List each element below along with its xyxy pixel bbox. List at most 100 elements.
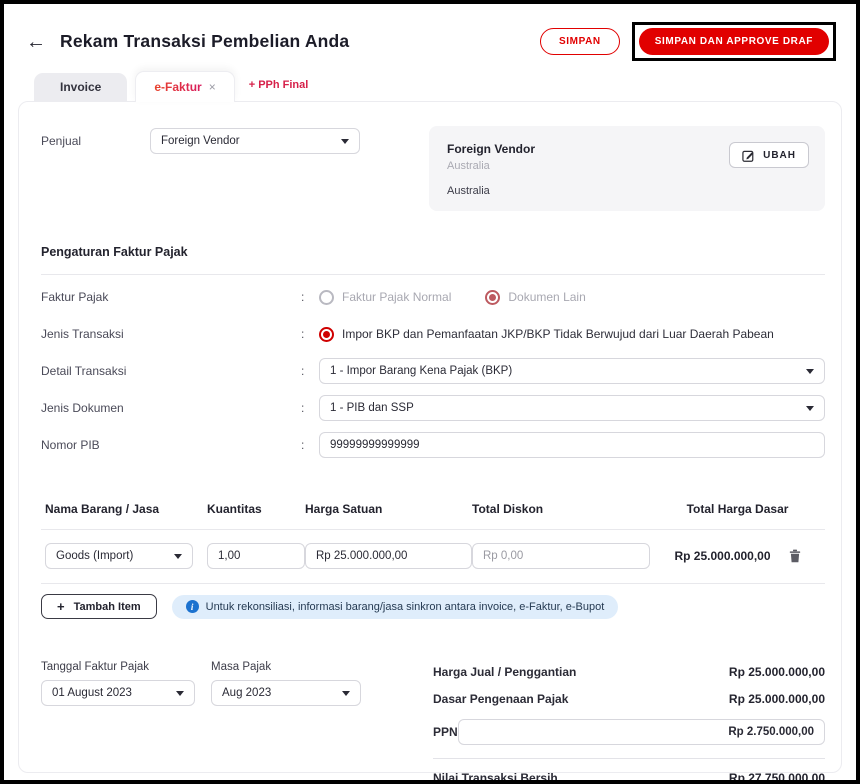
masa-pajak-group: Masa Pajak Aug 2023 xyxy=(211,661,361,780)
detail-transaksi-value: 1 - Impor Barang Kena Pajak (BKP) xyxy=(330,365,513,377)
masa-pajak-value: Aug 2023 xyxy=(222,687,272,699)
penjual-row: Penjual Foreign Vendor Foreign Vendor Au… xyxy=(41,126,825,211)
vendor-card: Foreign Vendor Australia Australia UBAH xyxy=(429,126,825,211)
tab-invoice[interactable]: Invoice xyxy=(34,73,128,101)
col-total-diskon: Total Diskon xyxy=(472,502,544,516)
item-total-diskon-input[interactable] xyxy=(472,543,650,569)
back-arrow-icon[interactable]: ← xyxy=(26,32,46,52)
totals-summary: Harga Jual / Penggantian Rp 25.000.000,0… xyxy=(433,661,825,784)
section-title-pengaturan-faktur: Pengaturan Faktur Pajak xyxy=(41,245,825,275)
close-icon[interactable]: × xyxy=(209,80,216,94)
colon: : xyxy=(301,327,305,341)
page-title: Rekam Transaksi Pembelian Anda xyxy=(60,31,350,51)
tab-add-pph-final[interactable]: + PPh Final xyxy=(235,72,323,101)
tambah-item-button[interactable]: + Tambah Item xyxy=(41,594,157,619)
item-nama-value: Goods (Import) xyxy=(56,550,134,562)
item-total-harga-dasar: Rp 25.000.000,00 xyxy=(674,549,771,563)
page-header: ← Rekam Transaksi Pembelian Anda SIMPAN … xyxy=(4,4,856,71)
dpp-label: Dasar Pengenaan Pajak xyxy=(433,692,569,706)
item-harga-satuan-input[interactable] xyxy=(305,543,472,569)
col-nama-barang: Nama Barang / Jasa xyxy=(45,502,160,516)
chevron-down-icon xyxy=(341,138,349,144)
tanggal-faktur-select[interactable]: 01 August 2023 xyxy=(41,680,195,706)
info-banner-text: Untuk rekonsiliasi, informasi barang/jas… xyxy=(205,600,605,613)
detail-transaksi-row: Detail Transaksi : 1 - Impor Barang Kena… xyxy=(41,358,825,384)
col-total-harga-dasar: Total Harga Dasar xyxy=(686,502,789,516)
radio-label-impor-bkp: Impor BKP dan Pemanfaatan JKP/BKP Tidak … xyxy=(342,327,774,341)
radio-selected-icon xyxy=(319,326,334,342)
tab-bar: Invoice e-Faktur × + PPh Final xyxy=(4,71,856,102)
trash-icon[interactable] xyxy=(789,549,801,563)
chevron-down-icon xyxy=(176,690,184,696)
ubah-button[interactable]: UBAH xyxy=(729,142,809,168)
add-item-row: + Tambah Item i Untuk rekonsiliasi, info… xyxy=(41,594,825,619)
info-icon: i xyxy=(185,600,199,613)
edit-icon xyxy=(742,149,755,162)
radio-unselected-icon xyxy=(319,289,334,305)
harga-jual-value: Rp 25.000.000,00 xyxy=(728,665,825,679)
efaktur-form-card: Penjual Foreign Vendor Foreign Vendor Au… xyxy=(18,101,842,780)
penjual-select[interactable]: Foreign Vendor xyxy=(150,128,360,154)
header-actions: SIMPAN SIMPAN DAN APPROVE DRAF xyxy=(539,22,836,61)
tab-efaktur[interactable]: e-Faktur × xyxy=(135,71,235,102)
tanggal-faktur-group: Tanggal Faktur Pajak 01 August 2023 xyxy=(41,661,195,780)
tanggal-faktur-value: 01 August 2023 xyxy=(52,687,132,699)
chevron-down-icon xyxy=(174,553,182,559)
item-kuantitas-input[interactable] xyxy=(207,543,305,569)
tab-efaktur-label: e-Faktur xyxy=(154,80,202,94)
penjual-select-value: Foreign Vendor xyxy=(161,135,240,147)
tanggal-faktur-label: Tanggal Faktur Pajak xyxy=(41,661,150,673)
reconciliation-info-banner: i Untuk rekonsiliasi, informasi barang/j… xyxy=(171,594,619,619)
penjual-label: Penjual xyxy=(41,134,82,148)
dpp-row: Dasar Pengenaan Pajak Rp 25.000.000,00 xyxy=(433,692,825,706)
highlight-annotation: SIMPAN DAN APPROVE DRAF xyxy=(631,22,836,61)
radio-impor-bkp[interactable]: Impor BKP dan Pemanfaatan JKP/BKP Tidak … xyxy=(319,326,774,342)
masa-pajak-label: Masa Pajak xyxy=(211,661,272,673)
footer-section: Tanggal Faktur Pajak 01 August 2023 Masa… xyxy=(41,661,825,784)
faktur-pajak-row: Faktur Pajak : Faktur Pajak Normal Dokum… xyxy=(41,284,825,310)
colon: : xyxy=(301,401,305,415)
masa-pajak-select[interactable]: Aug 2023 xyxy=(211,680,361,706)
items-table-header: Nama Barang / Jasa Kuantitas Harga Satua… xyxy=(41,502,825,530)
tambah-item-label: Tambah Item xyxy=(73,600,141,613)
chevron-down-icon xyxy=(806,368,814,374)
harga-jual-label: Harga Jual / Penggantian xyxy=(433,665,577,679)
vendor-name: Foreign Vendor xyxy=(447,142,536,156)
ppn-input[interactable] xyxy=(457,719,825,745)
simpan-button[interactable]: SIMPAN xyxy=(539,28,620,55)
jenis-dokumen-row: Jenis Dokumen : 1 - PIB dan SSP xyxy=(41,395,825,421)
detail-transaksi-select[interactable]: 1 - Impor Barang Kena Pajak (BKP) xyxy=(319,358,825,384)
items-table: Nama Barang / Jasa Kuantitas Harga Satua… xyxy=(41,502,825,619)
radio-label-dokumen-lain: Dokumen Lain xyxy=(508,290,586,304)
totals-divider xyxy=(433,758,825,759)
ppn-row: PPN xyxy=(433,719,825,745)
table-row: Goods (Import) Rp 25.000.000,00 xyxy=(41,530,825,584)
radio-dokumen-lain[interactable]: Dokumen Lain xyxy=(485,289,586,305)
nilai-bersih-row: Nilai Transaksi Bersih Rp 27.750.000,00 xyxy=(433,771,825,784)
nomor-pib-row: Nomor PIB : xyxy=(41,432,825,458)
chevron-down-icon xyxy=(806,405,814,411)
col-kuantitas: Kuantitas xyxy=(207,502,262,516)
jenis-dokumen-label: Jenis Dokumen xyxy=(41,401,124,415)
ubah-button-label: UBAH xyxy=(763,149,796,161)
chevron-down-icon xyxy=(342,690,350,696)
simpan-approve-draf-button[interactable]: SIMPAN DAN APPROVE DRAF xyxy=(638,28,829,55)
jenis-dokumen-value: 1 - PIB dan SSP xyxy=(330,402,414,414)
jenis-transaksi-label: Jenis Transaksi xyxy=(41,327,124,341)
ppn-label: PPN xyxy=(433,725,458,739)
plus-icon: + xyxy=(57,599,65,614)
colon: : xyxy=(301,364,305,378)
radio-selected-muted-icon xyxy=(485,289,501,305)
vendor-country: Australia xyxy=(447,185,490,197)
footer-dates: Tanggal Faktur Pajak 01 August 2023 Masa… xyxy=(41,661,361,780)
vendor-address: Australia xyxy=(447,160,490,172)
nomor-pib-label: Nomor PIB xyxy=(41,438,100,452)
nomor-pib-input[interactable] xyxy=(319,432,825,458)
nilai-bersih-value: Rp 27.750.000,00 xyxy=(728,771,825,784)
item-nama-select[interactable]: Goods (Import) xyxy=(45,543,193,569)
colon: : xyxy=(301,290,305,304)
jenis-transaksi-row: Jenis Transaksi : Impor BKP dan Pemanfaa… xyxy=(41,321,825,347)
detail-transaksi-label: Detail Transaksi xyxy=(41,364,127,378)
radio-faktur-pajak-normal[interactable]: Faktur Pajak Normal xyxy=(319,289,451,305)
jenis-dokumen-select[interactable]: 1 - PIB dan SSP xyxy=(319,395,825,421)
